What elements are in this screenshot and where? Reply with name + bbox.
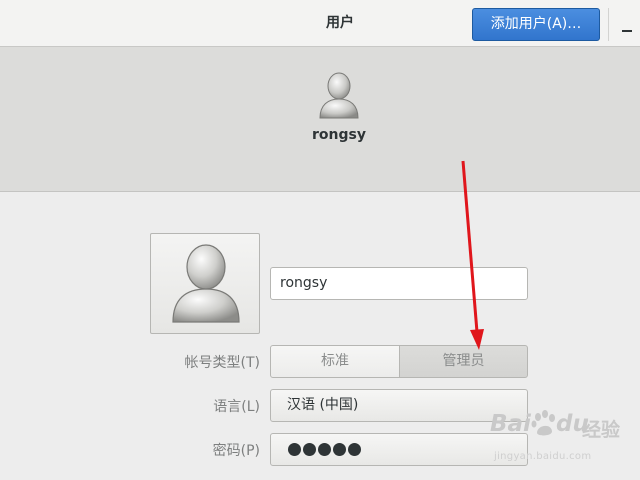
password-dot	[333, 443, 346, 456]
add-user-button[interactable]: 添加用户(A)…	[472, 8, 600, 41]
user-list-item-name[interactable]: rongsy	[280, 127, 398, 147]
password-label: 密码(P)	[212, 443, 260, 459]
minimize-icon[interactable]	[622, 30, 632, 32]
password-dot	[303, 443, 316, 456]
header-bar: 用户 添加用户(A)…	[0, 0, 640, 47]
watermark: Baidu du 经验 jingyan.baidu.com	[490, 405, 640, 480]
account-type-admin-button[interactable]: 管理员	[399, 345, 528, 378]
paw-icon	[531, 410, 555, 436]
account-type-label: 帐号类型(T)	[184, 355, 260, 371]
account-type-standard-button[interactable]: 标准	[270, 345, 400, 378]
language-label: 语言(L)	[213, 399, 260, 415]
password-dot	[318, 443, 331, 456]
user-avatar-icon	[319, 72, 359, 119]
watermark-brand-cn: 经验	[582, 419, 621, 441]
user-list-item[interactable]	[318, 72, 360, 120]
password-dot	[348, 443, 361, 456]
full-name-field[interactable]: rongsy	[270, 267, 528, 300]
user-avatar-icon	[172, 244, 240, 323]
watermark-url: jingyan.baidu.com	[494, 451, 592, 462]
avatar-button[interactable]	[150, 233, 260, 334]
header-separator	[608, 8, 609, 41]
password-dot	[288, 443, 301, 456]
